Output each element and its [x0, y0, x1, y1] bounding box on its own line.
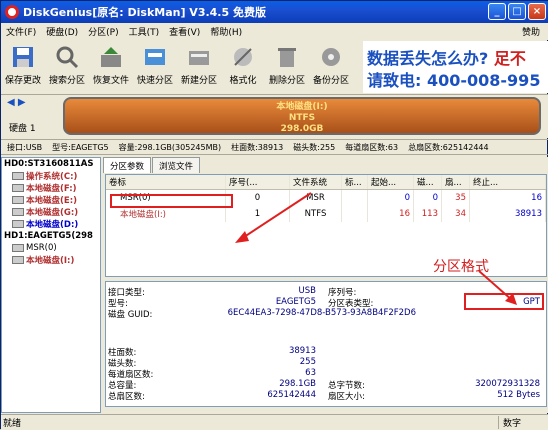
- partition-block-name: 本地磁盘(I:): [276, 102, 328, 112]
- backup-partition-button[interactable]: 备份分区: [309, 41, 353, 93]
- maximize-button[interactable]: □: [508, 3, 526, 20]
- total-sectors-value: 625142444: [267, 390, 316, 400]
- info-spt: 每道扇区数:63: [345, 142, 399, 152]
- menu-file[interactable]: 文件(F): [1, 25, 41, 38]
- status-bar: 就绪 数字: [1, 414, 548, 430]
- partition-block-size: 298.0GB: [280, 124, 324, 134]
- tree-node-hd0[interactable]: HD0:ST3160811AS: [2, 158, 100, 170]
- recover-icon: [101, 47, 121, 67]
- menu-help[interactable]: 帮助(H): [205, 25, 247, 38]
- app-icon: [5, 5, 19, 19]
- info-capacity: 容量:298.1GB(305245MB): [118, 142, 222, 152]
- menu-tools[interactable]: 工具(T): [124, 25, 165, 38]
- total-bytes-value: 320072931328: [475, 379, 540, 389]
- partition-icon: [12, 208, 24, 216]
- format-icon: [234, 48, 252, 66]
- search-icon: [56, 46, 79, 69]
- info-model: 型号:EAGETG5: [52, 142, 109, 152]
- info-cylinders: 柱面数:38913: [231, 142, 284, 152]
- disk-info-bar: 接口:USB 型号:EAGETG5 容量:298.1GB(305245MB) 柱…: [1, 139, 548, 155]
- ad-line2: 请致电: 400-008-995: [367, 71, 541, 90]
- menu-view[interactable]: 查看(V): [164, 25, 205, 38]
- guid-label: 磁盘 GUID:: [108, 310, 153, 320]
- partition-icon: [12, 244, 24, 252]
- quick-partition-button[interactable]: 快速分区: [133, 41, 177, 93]
- menu-bar: 文件(F) 硬盘(D) 分区(P) 工具(T) 查看(V) 帮助(H) 赞助: [1, 23, 548, 40]
- sector-size-value: 512 Bytes: [497, 390, 540, 400]
- save-button[interactable]: 保存更改: [1, 41, 45, 93]
- close-button[interactable]: ×: [528, 3, 546, 20]
- tree-node-g[interactable]: 本地磁盘(G:): [2, 206, 100, 218]
- new-partition-button[interactable]: 新建分区: [177, 41, 221, 93]
- partition-icon: [12, 256, 24, 264]
- menu-disk[interactable]: 硬盘(D): [41, 25, 83, 38]
- partition-icon: [12, 184, 24, 192]
- window-title: DiskGenius[原名: DiskMan] V3.4.5 免费版: [23, 6, 266, 19]
- search-partition-button[interactable]: 搜索分区: [45, 41, 89, 93]
- save-icon: [13, 47, 33, 67]
- ad-line1: 数据丢失怎么办?: [367, 49, 489, 68]
- partition-block-fs: NTFS: [288, 113, 316, 123]
- msr-highlight-box: [110, 194, 233, 208]
- disk-details: 接口类型: USB 序列号: 型号: EAGETG5 分区表类型: GPT 磁盘…: [105, 281, 547, 407]
- status-text: 就绪: [3, 419, 22, 429]
- disk-nav-arrows[interactable]: ◀ ▶: [7, 97, 26, 108]
- tab-partition-params[interactable]: 分区参数: [103, 157, 152, 173]
- guid-value: 6EC44EA3-7298-47D8-B573-93A8B4F2F2D6: [227, 308, 416, 318]
- menu-partition[interactable]: 分区(P): [83, 25, 123, 38]
- minimize-button[interactable]: _: [488, 3, 506, 20]
- cylinders-value: 38913: [288, 346, 316, 356]
- toolbar: 保存更改 搜索分区 恢复文件 快速分区 新建分区 格式化 删除分区 备份分区: [1, 41, 361, 93]
- disk-label: 硬盘 1: [9, 124, 36, 134]
- format-button[interactable]: 格式化: [221, 41, 265, 93]
- numlock-indicator: 数字: [497, 416, 521, 429]
- tree-node-msr[interactable]: MSR(0): [2, 242, 100, 254]
- info-interface: 接口:USB: [7, 142, 43, 152]
- tree-node-c[interactable]: 操作系统(C:): [2, 170, 100, 182]
- ad-line1-tail: 足不: [493, 49, 526, 68]
- total-sectors-label: 总扇区数:: [108, 392, 145, 402]
- partition-icon: [12, 220, 24, 228]
- gpt-highlight-box: [464, 293, 544, 310]
- tree-node-hd1[interactable]: HD1:EAGETG5(298: [2, 230, 100, 242]
- spt-value: 63: [305, 368, 316, 378]
- tree-node-f[interactable]: 本地磁盘(F:): [2, 182, 100, 194]
- quick-partition-icon: [145, 49, 165, 65]
- sector-size-label: 扇区大小:: [328, 392, 365, 402]
- new-partition-icon: [189, 51, 209, 65]
- capacity-value: 298.1GB: [279, 379, 316, 389]
- disk-tree: HD0:ST3160811AS 操作系统(C:) 本地磁盘(F:) 本地磁盘(E…: [1, 157, 101, 413]
- delete-partition-button[interactable]: 删除分区: [265, 41, 309, 93]
- ad-banner[interactable]: 数据丢失怎么办? 足不 请致电: 400-008-995: [363, 41, 548, 93]
- model-value: EAGETG5: [275, 297, 316, 307]
- table-row[interactable]: 本地磁盘(I:) 1 NTFS 16 113 34 38913: [106, 206, 546, 222]
- partition-icon: [12, 196, 24, 204]
- tab-browse-files[interactable]: 浏览文件: [152, 157, 201, 173]
- delete-icon: [278, 48, 296, 67]
- partition-format-annotation: 分区格式: [433, 259, 489, 275]
- recover-files-button[interactable]: 恢复文件: [89, 41, 133, 93]
- heads-value: 255: [299, 357, 316, 367]
- tree-node-d[interactable]: 本地磁盘(D:): [2, 218, 100, 230]
- partition-icon: [12, 172, 24, 180]
- app-window: DiskGenius[原名: DiskMan] V3.4.5 免费版 _ □ ×…: [0, 0, 548, 430]
- table-header: 卷标 序号(... 文件系统 标... 起始... 磁... 扇... 终止..…: [106, 175, 546, 190]
- info-heads: 磁头数:255: [293, 142, 336, 152]
- info-total-sectors: 总扇区数:625142444: [408, 142, 489, 152]
- title-bar: DiskGenius[原名: DiskMan] V3.4.5 免费版 _ □ ×: [1, 1, 548, 23]
- partition-block[interactable]: 本地磁盘(I:) NTFS 298.0GB: [63, 97, 541, 135]
- iface-value: USB: [298, 286, 316, 296]
- tree-node-i[interactable]: 本地磁盘(I:): [2, 254, 100, 266]
- disk-map-bar: ◀ ▶ 硬盘 1 本地磁盘(I:) NTFS 298.0GB: [1, 94, 548, 138]
- tree-node-e[interactable]: 本地磁盘(E:): [2, 194, 100, 206]
- right-panel: 分区参数 浏览文件 卷标 序号(... 文件系统 标... 起始... 磁...…: [103, 157, 548, 413]
- sponsor-link[interactable]: 赞助: [517, 25, 545, 38]
- backup-icon: [322, 48, 340, 66]
